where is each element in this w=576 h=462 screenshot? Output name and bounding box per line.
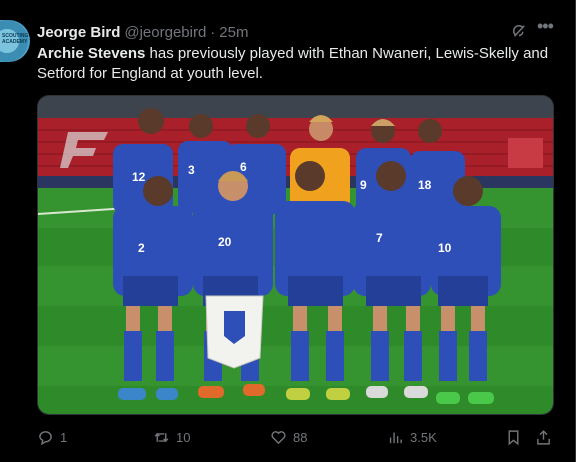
svg-text:10: 10 (438, 241, 452, 255)
reply-icon (39, 430, 52, 445)
reply-button[interactable]: 1 (37, 426, 67, 448)
svg-text:2: 2 (138, 241, 145, 255)
like-count: 88 (293, 429, 308, 445)
avatar-logo-text: SCOUTING ACADEMY (2, 33, 29, 45)
views-button[interactable]: 3.5K (387, 426, 437, 448)
share-icon (537, 429, 550, 445)
svg-text:9: 9 (360, 178, 367, 192)
views-count: 3.5K (410, 429, 437, 445)
svg-text:7: 7 (376, 231, 383, 245)
tweet-text-bold: Archie Stevens (37, 45, 146, 62)
repost-count: 10 (176, 429, 191, 445)
tweet[interactable]: SCOUTING ACADEMY Jeorge Bird @jeorgebird… (0, 0, 576, 462)
author-handle[interactable]: @jeorgebird (124, 24, 206, 41)
avatar[interactable]: SCOUTING ACADEMY (0, 20, 30, 62)
share-button[interactable] (535, 426, 552, 448)
svg-text:3: 3 (188, 163, 195, 177)
separator: · (210, 23, 216, 41)
author-name[interactable]: Jeorge Bird (37, 24, 120, 41)
team-photo: 12 3 6 9 18 2 20 7 10 (38, 96, 553, 414)
tweet-actions: 1 10 88 3.5K (37, 426, 557, 448)
svg-text:6: 6 (240, 160, 247, 174)
more-icon[interactable]: ••• (537, 17, 555, 38)
bookmark-button[interactable] (505, 426, 522, 448)
like-button[interactable]: 88 (270, 426, 307, 448)
svg-text:20: 20 (218, 235, 232, 249)
timestamp[interactable]: 25m (219, 24, 248, 41)
like-icon (271, 430, 286, 444)
svg-text:18: 18 (418, 178, 432, 192)
bookmark-icon (508, 429, 519, 445)
repost-button[interactable]: 10 (153, 426, 190, 448)
views-icon (389, 432, 402, 443)
reply-count: 1 (60, 429, 68, 445)
svg-text:12: 12 (132, 170, 146, 184)
tweet-media-image[interactable]: 12 3 6 9 18 2 20 7 10 (37, 95, 554, 415)
tweet-header: Jeorge Bird @jeorgebird · 25m (37, 22, 248, 42)
grok-icon[interactable] (510, 22, 528, 40)
repost-icon (154, 432, 169, 442)
tweet-text: Archie Stevens has previously played wit… (37, 44, 552, 84)
